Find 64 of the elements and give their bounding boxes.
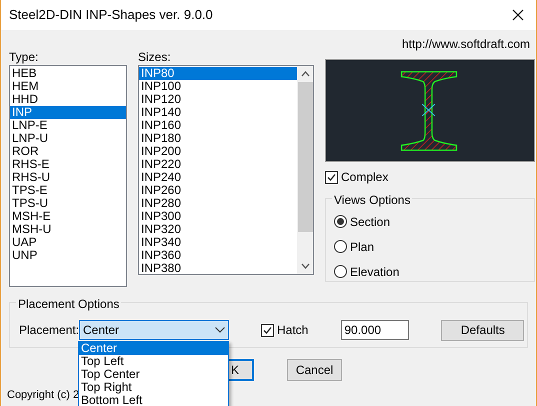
list-item[interactable]: RHS-E <box>10 158 126 171</box>
radio-button[interactable] <box>334 265 347 278</box>
checkmark-icon <box>326 172 337 182</box>
list-item[interactable]: INP340 <box>139 236 297 249</box>
sizes-label: Sizes: <box>138 50 172 65</box>
list-item[interactable]: INP360 <box>139 249 297 262</box>
radio-label: Elevation <box>350 264 400 280</box>
list-item[interactable]: INP380 <box>139 262 297 274</box>
list-item[interactable]: HHD <box>10 93 126 106</box>
list-item[interactable]: HEB <box>10 67 126 80</box>
website-link[interactable]: http://www.softdraft.com <box>402 35 530 50</box>
window-title: Steel2D-DIN INP-Shapes ver. 9.0.0 <box>9 6 213 24</box>
defaults-button[interactable]: Defaults <box>441 320 524 340</box>
center-cross-icon <box>422 104 436 116</box>
checkbox[interactable] <box>325 170 338 184</box>
list-item[interactable]: INP100 <box>139 80 297 93</box>
list-item[interactable]: INP80 <box>139 67 297 80</box>
angle-field[interactable]: 90.000 <box>341 320 410 340</box>
hatch-label: Hatch <box>277 322 308 339</box>
list-item[interactable]: TPS-U <box>10 197 126 210</box>
list-item[interactable]: INP140 <box>139 106 297 119</box>
scroll-thumb[interactable] <box>298 82 312 232</box>
dropdown-option[interactable]: Center <box>79 342 228 355</box>
list-item[interactable]: RHS-U <box>10 171 126 184</box>
ok-button[interactable]: K <box>228 359 254 381</box>
scrollbar[interactable] <box>297 66 313 274</box>
list-item[interactable]: INP240 <box>139 171 297 184</box>
type-list[interactable]: HEB HEM HHD INP LNP-E LNP-U ROR RHS-E RHS-U TPS-E TPS-U MSH-E MSH-U UAP UNP <box>9 65 127 287</box>
list-item[interactable]: MSH-U <box>10 223 126 236</box>
list-item[interactable]: ROR <box>10 145 126 158</box>
list-item[interactable]: INP280 <box>139 197 297 210</box>
checkbox[interactable] <box>261 324 274 336</box>
dropdown-option[interactable]: Top Left <box>79 355 228 368</box>
dropdown-option[interactable]: Top Center <box>79 368 228 381</box>
radio-label: Plan <box>350 238 374 256</box>
list-item[interactable]: LNP-E <box>10 119 126 132</box>
complex-label: Complex <box>341 169 388 186</box>
list-item[interactable]: LNP-U <box>10 132 126 145</box>
checkmark-icon <box>262 324 273 336</box>
radio-button[interactable] <box>334 215 347 228</box>
dropdown-option[interactable]: Top Right <box>79 381 228 394</box>
list-item[interactable]: UAP <box>10 236 126 249</box>
list-item[interactable]: INP <box>10 106 126 119</box>
list-item[interactable]: INP220 <box>139 158 297 171</box>
list-item[interactable]: INP320 <box>139 223 297 236</box>
radio-label: Section <box>350 214 390 230</box>
list-item[interactable]: HEM <box>10 80 126 93</box>
list-item[interactable]: MSH-E <box>10 210 126 223</box>
caret-icon <box>215 327 225 333</box>
dropdown-option[interactable]: Bottom Left <box>79 394 228 406</box>
list-item[interactable]: TPS-E <box>10 184 126 197</box>
list-item[interactable]: INP260 <box>139 184 297 197</box>
list-item[interactable]: INP200 <box>139 145 297 158</box>
list-item[interactable]: INP180 <box>139 132 297 145</box>
list-item[interactable]: UNP <box>10 249 126 262</box>
list-item[interactable]: INP300 <box>139 210 297 223</box>
radio-button[interactable] <box>334 240 347 253</box>
type-label: Type: <box>9 50 40 65</box>
placement-label: Placement: <box>19 322 79 339</box>
cancel-button[interactable]: Cancel <box>287 359 342 381</box>
close-icon[interactable] <box>512 9 524 21</box>
placement-dropdown[interactable]: Center <box>79 320 229 340</box>
list-item[interactable]: INP160 <box>139 119 297 132</box>
list-item[interactable]: INP120 <box>139 93 297 106</box>
